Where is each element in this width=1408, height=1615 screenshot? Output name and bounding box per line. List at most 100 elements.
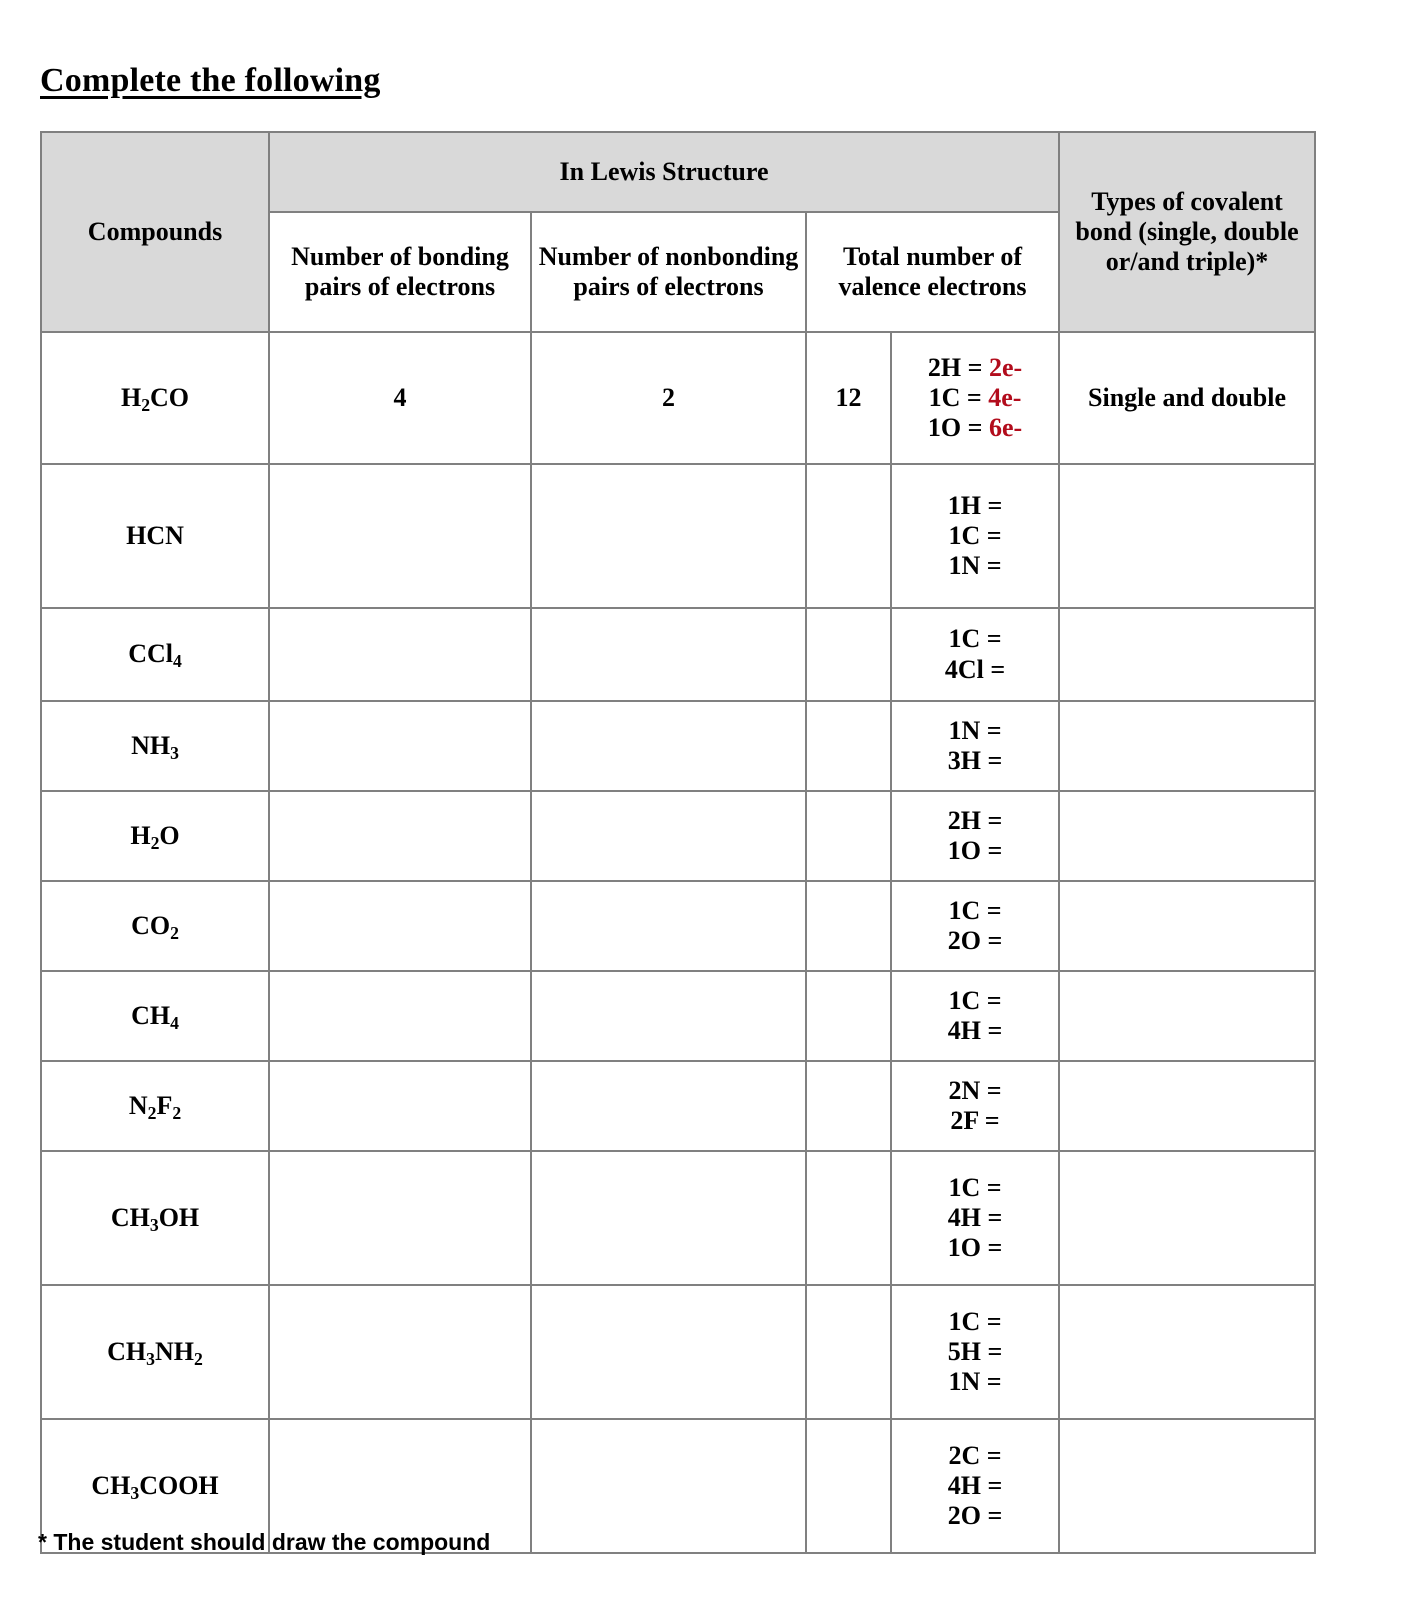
cell-nonbonding-pairs[interactable]: [530, 1418, 807, 1554]
lewis-structure-table: Compounds In Lewis Structure Types of co…: [40, 131, 1317, 1554]
compound-formula: CH3OH: [40, 1150, 270, 1286]
valence-breakdown-label: 1O =: [947, 836, 1003, 865]
table-header: Compounds In Lewis Structure Types of co…: [40, 131, 1317, 333]
cell-bonding-pairs[interactable]: [268, 970, 532, 1062]
valence-breakdown-line: 2H = 2e-: [892, 353, 1058, 383]
cell-bond-types[interactable]: [1058, 970, 1317, 1062]
cell-nonbonding-pairs[interactable]: [530, 880, 807, 972]
valence-breakdown-line: 1N =: [892, 716, 1058, 746]
cell-nonbonding-pairs[interactable]: 2: [530, 331, 807, 465]
valence-breakdown-line: 1C =: [892, 624, 1058, 654]
header-compounds: Compounds: [40, 131, 270, 333]
compound-formula: H2O: [40, 790, 270, 882]
footnote-text: * The student should draw the compound: [38, 1529, 491, 1555]
cell-nonbonding-pairs[interactable]: [530, 700, 807, 792]
cell-total-valence-electrons[interactable]: [805, 880, 892, 972]
cell-bonding-pairs[interactable]: [268, 463, 532, 609]
valence-breakdown-label: 2O =: [947, 1501, 1003, 1531]
cell-bond-types[interactable]: [1058, 607, 1317, 702]
cell-total-valence-electrons[interactable]: [805, 790, 892, 882]
cell-valence-breakdown[interactable]: 2N = 2F =: [889, 1060, 1061, 1152]
cell-valence-breakdown[interactable]: 2C = 4H = 2O =: [889, 1418, 1061, 1554]
table-row: CH3NH2 1C = 5H = 1N =: [40, 1284, 1317, 1420]
cell-nonbonding-pairs[interactable]: [530, 607, 807, 702]
cell-valence-breakdown[interactable]: 2H = 1O =: [889, 790, 1061, 882]
valence-breakdown-line: 1C = 4e-: [892, 383, 1058, 413]
compound-formula: CH3NH2: [40, 1284, 270, 1420]
valence-breakdown-line: 2H =: [892, 806, 1058, 836]
cell-bond-types[interactable]: [1058, 790, 1317, 882]
table-row: CH4 1C = 4H =: [40, 970, 1317, 1062]
table-row: HCN 1H = 1C = 1N =: [40, 463, 1317, 609]
cell-total-valence-electrons[interactable]: [805, 970, 892, 1062]
valence-breakdown-line: 2N =: [892, 1076, 1058, 1106]
valence-breakdown-label: 1C =: [948, 985, 1002, 1015]
cell-valence-breakdown[interactable]: 1C = 5H = 1N =: [889, 1284, 1061, 1420]
cell-valence-breakdown[interactable]: 1C = 2O =: [889, 880, 1061, 972]
cell-bond-types[interactable]: [1058, 880, 1317, 972]
table-row: NH3 1N = 3H =: [40, 700, 1317, 792]
cell-nonbonding-pairs[interactable]: [530, 1060, 807, 1152]
cell-bond-types[interactable]: [1058, 463, 1317, 609]
valence-breakdown-label: 1O =: [947, 1233, 1003, 1263]
valence-breakdown-label: 4Cl =: [944, 654, 1006, 684]
valence-breakdown-line: 2C =: [892, 1441, 1058, 1471]
cell-total-valence-electrons[interactable]: [805, 607, 892, 702]
table-row: CO2 1C = 2O =: [40, 880, 1317, 972]
cell-bonding-pairs[interactable]: [268, 1284, 532, 1420]
cell-total-valence-electrons[interactable]: [805, 1150, 892, 1286]
valence-breakdown-label: 1O =: [927, 413, 989, 443]
cell-bond-types[interactable]: [1058, 700, 1317, 792]
cell-valence-breakdown[interactable]: 1C = 4H =: [889, 970, 1061, 1062]
cell-nonbonding-pairs[interactable]: [530, 463, 807, 609]
cell-valence-breakdown[interactable]: 1N = 3H =: [889, 700, 1061, 792]
cell-total-valence-electrons[interactable]: [805, 1060, 892, 1152]
valence-breakdown-line: 1O = 6e-: [892, 413, 1058, 443]
valence-breakdown-label: 2H =: [947, 805, 1003, 835]
cell-valence-breakdown[interactable]: 1H = 1C = 1N =: [889, 463, 1061, 609]
cell-bond-types[interactable]: [1058, 1418, 1317, 1554]
cell-bonding-pairs[interactable]: [268, 1150, 532, 1286]
cell-bond-types[interactable]: [1058, 1060, 1317, 1152]
cell-valence-breakdown[interactable]: 1C = 4Cl =: [889, 607, 1061, 702]
valence-breakdown-line: 1C =: [892, 1173, 1058, 1203]
valence-breakdown-line: 1C =: [892, 521, 1058, 551]
cell-valence-breakdown[interactable]: 2H = 2e- 1C = 4e- 1O = 6e-: [889, 331, 1061, 465]
cell-total-valence-electrons[interactable]: [805, 463, 892, 609]
cell-bond-types[interactable]: Single and double: [1058, 331, 1317, 465]
table-row: CH3OH 1C = 4H = 1O =: [40, 1150, 1317, 1286]
valence-breakdown-line: 4H =: [892, 1471, 1058, 1501]
cell-nonbonding-pairs[interactable]: [530, 790, 807, 882]
cell-bond-types[interactable]: [1058, 1150, 1317, 1286]
cell-bonding-pairs[interactable]: [268, 790, 532, 882]
cell-bonding-pairs[interactable]: [268, 607, 532, 702]
valence-breakdown-label: 2N =: [948, 1075, 1002, 1105]
valence-breakdown-value: 4e-: [988, 382, 1022, 412]
valence-breakdown-label: 1N =: [948, 551, 1002, 581]
cell-nonbonding-pairs[interactable]: [530, 1150, 807, 1286]
header-total-valence-electrons: Total number of valence electrons: [804, 211, 1061, 333]
cell-nonbonding-pairs[interactable]: [530, 970, 807, 1062]
cell-bonding-pairs[interactable]: [268, 700, 532, 792]
cell-total-valence-electrons[interactable]: [805, 1418, 892, 1554]
valence-breakdown-label: 1C =: [948, 895, 1002, 925]
valence-breakdown-label: 4H =: [947, 1470, 1003, 1500]
valence-breakdown-line: 1C =: [892, 896, 1058, 926]
valence-breakdown-label: 1C =: [948, 1172, 1002, 1202]
page-title: Complete the following: [40, 62, 381, 99]
valence-breakdown-line: 2O =: [892, 926, 1058, 956]
compound-formula: CCl4: [40, 607, 270, 702]
cell-total-valence-electrons[interactable]: [805, 1284, 892, 1420]
valence-breakdown-line: 1O =: [892, 1233, 1058, 1263]
cell-bonding-pairs[interactable]: [268, 1060, 532, 1152]
cell-total-valence-electrons[interactable]: [805, 700, 892, 792]
valence-breakdown-line: 4H =: [892, 1016, 1058, 1046]
valence-breakdown-line: 1C =: [892, 986, 1058, 1016]
valence-breakdown-line: 4Cl =: [892, 655, 1058, 685]
cell-valence-breakdown[interactable]: 1C = 4H = 1O =: [889, 1150, 1061, 1286]
cell-bonding-pairs[interactable]: 4: [268, 331, 532, 465]
cell-total-valence-electrons[interactable]: 12: [805, 331, 892, 465]
cell-bonding-pairs[interactable]: [268, 880, 532, 972]
cell-bond-types[interactable]: [1058, 1284, 1317, 1420]
cell-nonbonding-pairs[interactable]: [530, 1284, 807, 1420]
